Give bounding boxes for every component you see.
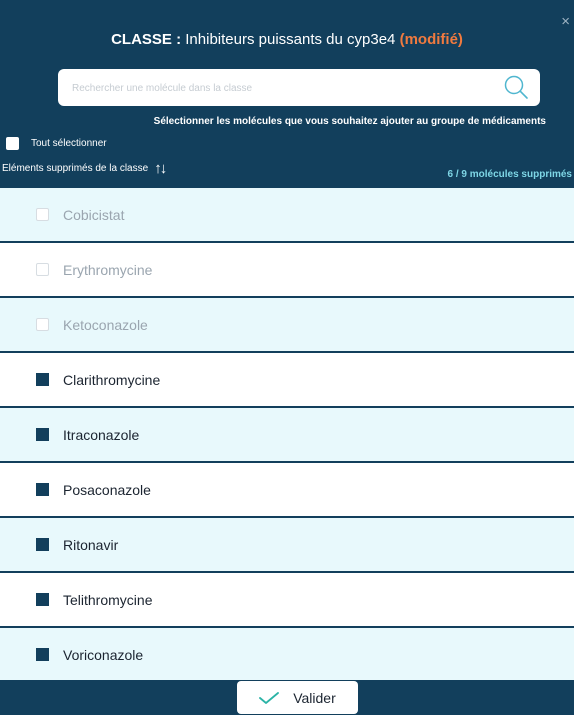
dialog-title: CLASSE : Inhibiteurs puissants du cyp3e4… — [0, 31, 574, 48]
select-all-label: Tout sélectionner — [31, 138, 107, 149]
molecule-name: Cobicistat — [63, 206, 125, 223]
molecule-name: Erythromycine — [63, 261, 153, 278]
molecule-row[interactable]: Voriconazole — [0, 628, 574, 681]
search-input[interactable] — [70, 78, 490, 98]
molecule-checkbox[interactable] — [36, 318, 49, 331]
molecule-name: Voriconazole — [63, 646, 144, 663]
molecule-name: Telithromycine — [63, 591, 153, 608]
molecule-name: Itraconazole — [63, 426, 140, 443]
checkbox-box[interactable] — [6, 137, 19, 150]
removed-count: 6 / 9 molécules supprimés — [447, 169, 573, 180]
molecule-row[interactable]: Ketoconazole — [0, 298, 574, 351]
molecule-class-dialog: × CLASSE : Inhibiteurs puissants du cyp3… — [0, 0, 574, 715]
validate-button[interactable]: Valider — [237, 681, 358, 714]
molecule-name: Ritonavir — [63, 536, 119, 553]
molecule-row[interactable]: Itraconazole — [0, 408, 574, 461]
molecule-row[interactable]: Posaconazole — [0, 463, 574, 516]
class-name: Inhibiteurs puissants du cyp3e4 — [185, 31, 396, 48]
molecule-row[interactable]: Ritonavir — [0, 518, 574, 571]
molecule-checkbox[interactable] — [36, 263, 49, 276]
select-all-checkbox[interactable]: Tout sélectionner — [6, 137, 107, 150]
molecule-checkbox[interactable] — [36, 538, 49, 551]
molecule-checkbox[interactable] — [36, 428, 49, 441]
molecule-name: Ketoconazole — [63, 316, 148, 333]
modified-badge: (modifié) — [399, 31, 463, 48]
molecule-name: Clarithromycine — [63, 371, 161, 388]
molecule-row[interactable]: Erythromycine — [0, 243, 574, 296]
checkmark-icon — [259, 691, 280, 704]
molecule-row[interactable]: Cobicistat — [0, 188, 574, 241]
removed-elements-header: Eléments supprimés de la classe ↑↓ — [2, 160, 167, 177]
sort-arrows-icon[interactable]: ↑↓ — [154, 160, 167, 177]
search-box — [58, 69, 540, 106]
molecule-checkbox[interactable] — [36, 373, 49, 386]
molecule-checkbox[interactable] — [36, 208, 49, 221]
molecule-checkbox[interactable] — [36, 648, 49, 661]
molecule-checkbox[interactable] — [36, 483, 49, 496]
title-label: CLASSE : — [111, 31, 182, 48]
close-icon[interactable]: × — [561, 14, 570, 29]
molecule-row[interactable]: Clarithromycine — [0, 353, 574, 406]
validate-label: Valider — [293, 689, 336, 706]
molecule-name: Posaconazole — [63, 481, 151, 498]
dialog-footer: Valider — [0, 680, 574, 715]
instruction-text: Sélectionner les molécules que vous souh… — [153, 116, 546, 127]
search-icon[interactable] — [502, 73, 530, 101]
molecule-row[interactable]: Telithromycine — [0, 573, 574, 626]
molecule-list: Cobicistat Erythromycine Ketoconazole Clari… — [0, 188, 574, 683]
molecule-checkbox[interactable] — [36, 593, 49, 606]
removed-elements-label: Eléments supprimés de la classe — [2, 163, 149, 174]
